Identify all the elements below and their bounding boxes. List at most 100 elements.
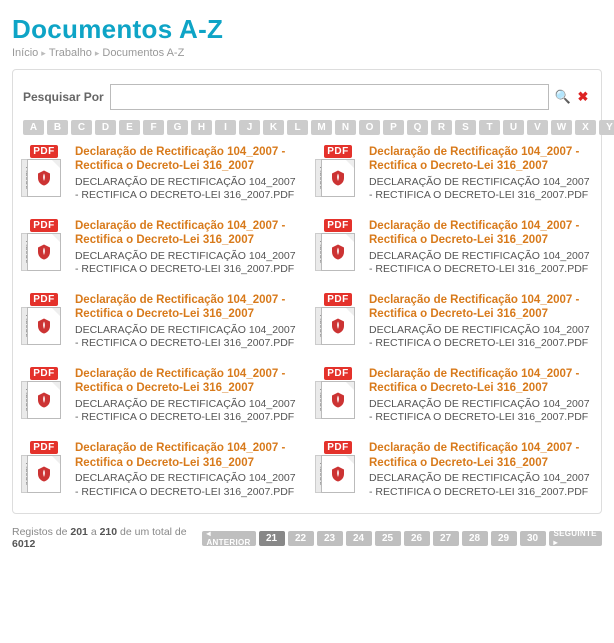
document-item: AdobePDF Declaração de Rectificação 104_2… xyxy=(23,367,297,425)
breadcrumb-item: Documentos A-Z xyxy=(102,47,184,59)
pdf-page-icon xyxy=(321,307,355,345)
az-filter-o[interactable]: O xyxy=(359,120,380,135)
pdf-file-icon[interactable]: AdobePDF xyxy=(23,441,65,493)
az-filter-k[interactable]: K xyxy=(263,120,284,135)
az-filter-p[interactable]: P xyxy=(383,120,404,135)
az-filter-j[interactable]: J xyxy=(239,120,260,135)
document-title-link[interactable]: Declaração de Rectificação 104_2007 - Re… xyxy=(369,293,591,322)
document-title-link[interactable]: Declaração de Rectificação 104_2007 - Re… xyxy=(369,441,591,470)
document-filename: DECLARAÇÃO DE RECTIFICAÇÃO 104_2007 - RE… xyxy=(75,472,297,499)
document-filename: DECLARAÇÃO DE RECTIFICAÇÃO 104_2007 - RE… xyxy=(369,472,591,499)
pdf-page-icon xyxy=(27,233,61,271)
document-title-link[interactable]: Declaração de Rectificação 104_2007 - Re… xyxy=(75,441,297,470)
az-filter-s[interactable]: S xyxy=(455,120,476,135)
az-filter-b[interactable]: B xyxy=(47,120,68,135)
document-title-link[interactable]: Declaração de Rectificação 104_2007 - Re… xyxy=(75,219,297,248)
az-filter-t[interactable]: T xyxy=(479,120,500,135)
content-panel: Pesquisar Por 🔍 ✖ ABCDEFGHIJKLMNOPQRSTUV… xyxy=(12,69,602,514)
az-filter-d[interactable]: D xyxy=(95,120,116,135)
pdf-badge: PDF xyxy=(324,145,352,158)
az-filter-n[interactable]: N xyxy=(335,120,356,135)
az-filter-l[interactable]: L xyxy=(287,120,308,135)
document-item: AdobePDF Declaração de Rectificação 104_2… xyxy=(23,293,297,351)
az-filter-y[interactable]: Y xyxy=(599,120,614,135)
az-filter-m[interactable]: M xyxy=(311,120,332,135)
pager-page-23[interactable]: 23 xyxy=(317,531,343,546)
search-input[interactable] xyxy=(110,84,549,110)
pager-page-22[interactable]: 22 xyxy=(288,531,314,546)
az-filter-r[interactable]: R xyxy=(431,120,452,135)
pdf-badge: PDF xyxy=(30,293,58,306)
pdf-file-icon[interactable]: AdobePDF xyxy=(23,219,65,271)
pdf-file-icon[interactable]: AdobePDF xyxy=(23,293,65,345)
count-total-pre: de um total de xyxy=(117,526,186,538)
pdf-badge: PDF xyxy=(30,219,58,232)
pdf-badge: PDF xyxy=(30,145,58,158)
count-to: 210 xyxy=(100,526,118,538)
pager-page-28[interactable]: 28 xyxy=(462,531,488,546)
count-total: 6012 xyxy=(12,538,35,550)
count-pre: Registos de xyxy=(12,526,70,538)
pdf-badge: PDF xyxy=(324,293,352,306)
document-filename: DECLARAÇÃO DE RECTIFICAÇÃO 104_2007 - RE… xyxy=(369,324,591,351)
az-filter-a[interactable]: A xyxy=(23,120,44,135)
pdf-page-icon xyxy=(27,307,61,345)
pager-page-25[interactable]: 25 xyxy=(375,531,401,546)
pdf-page-icon xyxy=(27,159,61,197)
document-title-link[interactable]: Declaração de Rectificação 104_2007 - Re… xyxy=(75,293,297,322)
pdf-file-icon[interactable]: AdobePDF xyxy=(23,145,65,197)
pdf-badge: PDF xyxy=(324,367,352,380)
search-label: Pesquisar Por xyxy=(23,90,104,104)
document-filename: DECLARAÇÃO DE RECTIFICAÇÃO 104_2007 - RE… xyxy=(75,324,297,351)
az-filter-v[interactable]: V xyxy=(527,120,548,135)
az-filter-c[interactable]: C xyxy=(71,120,92,135)
document-item: AdobePDF Declaração de Rectificação 104_2… xyxy=(317,367,591,425)
pager-next[interactable]: SEGUINTE ▸ xyxy=(549,531,602,546)
az-filter-i[interactable]: I xyxy=(215,120,236,135)
document-item: AdobePDF Declaração de Rectificação 104_2… xyxy=(23,219,297,277)
pager-page-26[interactable]: 26 xyxy=(404,531,430,546)
document-title-link[interactable]: Declaração de Rectificação 104_2007 - Re… xyxy=(75,145,297,174)
pdf-file-icon[interactable]: AdobePDF xyxy=(317,441,359,493)
pdf-page-icon xyxy=(321,455,355,493)
document-item: AdobePDF Declaração de Rectificação 104_2… xyxy=(317,219,591,277)
alphabet-filter: ABCDEFGHIJKLMNOPQRSTUVWXYZTODOS xyxy=(23,120,591,135)
pdf-page-icon xyxy=(27,381,61,419)
az-filter-f[interactable]: F xyxy=(143,120,164,135)
az-filter-e[interactable]: E xyxy=(119,120,140,135)
az-filter-q[interactable]: Q xyxy=(407,120,428,135)
az-filter-h[interactable]: H xyxy=(191,120,212,135)
pager-page-30[interactable]: 30 xyxy=(520,531,546,546)
breadcrumb-sep: ▸ xyxy=(41,48,46,58)
pager-page-27[interactable]: 27 xyxy=(433,531,459,546)
breadcrumb-item[interactable]: Início xyxy=(12,47,38,59)
search-icon[interactable]: 🔍 xyxy=(555,89,571,105)
document-title-link[interactable]: Declaração de Rectificação 104_2007 - Re… xyxy=(75,367,297,396)
pdf-file-icon[interactable]: AdobePDF xyxy=(317,293,359,345)
document-item: AdobePDF Declaração de Rectificação 104_2… xyxy=(317,145,591,203)
document-title-link[interactable]: Declaração de Rectificação 104_2007 - Re… xyxy=(369,145,591,174)
az-filter-x[interactable]: X xyxy=(575,120,596,135)
document-title-link[interactable]: Declaração de Rectificação 104_2007 - Re… xyxy=(369,367,591,396)
pdf-file-icon[interactable]: AdobePDF xyxy=(317,219,359,271)
page-title: Documentos A-Z xyxy=(12,14,602,45)
breadcrumb-item[interactable]: Trabalho xyxy=(49,47,92,59)
pager-page-29[interactable]: 29 xyxy=(491,531,517,546)
pdf-page-icon xyxy=(27,455,61,493)
az-filter-u[interactable]: U xyxy=(503,120,524,135)
pager-page-24[interactable]: 24 xyxy=(346,531,372,546)
document-filename: DECLARAÇÃO DE RECTIFICAÇÃO 104_2007 - RE… xyxy=(75,176,297,203)
breadcrumb: Início▸Trabalho▸Documentos A-Z xyxy=(12,47,602,59)
pdf-page-icon xyxy=(321,233,355,271)
document-filename: DECLARAÇÃO DE RECTIFICAÇÃO 104_2007 - RE… xyxy=(75,398,297,425)
pdf-file-icon[interactable]: AdobePDF xyxy=(317,145,359,197)
clear-search-icon[interactable]: ✖ xyxy=(575,89,591,105)
pdf-file-icon[interactable]: AdobePDF xyxy=(23,367,65,419)
pdf-file-icon[interactable]: AdobePDF xyxy=(317,367,359,419)
document-filename: DECLARAÇÃO DE RECTIFICAÇÃO 104_2007 - RE… xyxy=(75,250,297,277)
pager-prev[interactable]: ◂ ANTERIOR xyxy=(202,531,256,546)
az-filter-g[interactable]: G xyxy=(167,120,188,135)
az-filter-w[interactable]: W xyxy=(551,120,572,135)
pager-page-21[interactable]: 21 xyxy=(259,531,285,546)
document-title-link[interactable]: Declaração de Rectificação 104_2007 - Re… xyxy=(369,219,591,248)
